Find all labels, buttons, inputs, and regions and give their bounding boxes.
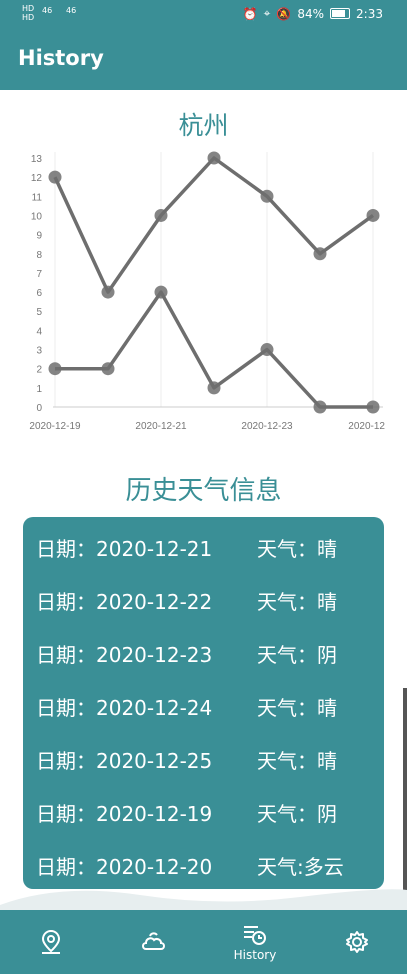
chart-y-tick-label: 4 xyxy=(36,326,42,337)
clock: 2:33 xyxy=(356,6,383,21)
chart-y-tick-label: 6 xyxy=(36,288,42,299)
chart-x-tick-label: 2020-12-19 xyxy=(29,421,81,432)
weather-cloud-icon xyxy=(142,932,165,950)
history-section-title: 历史天气信息 xyxy=(125,476,282,506)
location-pin-icon xyxy=(41,929,61,954)
history-weather: 天气：晴 xyxy=(257,696,337,720)
chart-data-point xyxy=(48,362,62,376)
nav-history-label: History xyxy=(233,947,277,962)
chart-y-tick-label: 13 xyxy=(31,154,43,165)
history-date: 日期：2020-12-22 xyxy=(36,590,213,614)
history-date: 日期：2020-12-23 xyxy=(36,643,213,667)
app-bar: History xyxy=(0,28,407,90)
history-date: 日期：2020-12-21 xyxy=(36,537,213,561)
history-weather: 天气：晴 xyxy=(257,749,337,773)
history-date: 日期：2020-12-24 xyxy=(36,696,213,720)
hd-label-bottom: HD xyxy=(22,13,35,22)
wave-decoration xyxy=(0,889,407,915)
chart-y-tick-label: 9 xyxy=(36,231,42,242)
history-icon xyxy=(244,925,266,945)
history-weather: 天气：晴 xyxy=(257,590,337,614)
chart-data-point xyxy=(366,208,380,222)
history-weather: 天气：阴 xyxy=(257,643,337,667)
chart-series-line xyxy=(53,156,375,294)
nav-location[interactable] xyxy=(0,910,102,974)
chart-y-tick-label: 2 xyxy=(36,365,42,376)
history-date: 日期：2020-12-25 xyxy=(36,749,213,773)
nav-weather[interactable] xyxy=(102,910,204,974)
settings-gear-icon xyxy=(346,931,368,953)
chart-y-tick-label: 8 xyxy=(36,250,42,261)
chart-x-tick-label: 2020-12 xyxy=(348,421,385,432)
hd-label-top: HD xyxy=(22,4,35,13)
chart-data-point xyxy=(154,285,168,299)
nav-history[interactable]: History xyxy=(204,910,306,974)
location-status-icon: ⌖ xyxy=(263,6,271,20)
signal-label-2: 46 xyxy=(66,6,77,15)
battery-icon xyxy=(330,8,351,19)
nav-settings[interactable] xyxy=(306,910,407,974)
history-list-card: 日期：2020-12-21 天气：晴 日期：2020-12-22 天气：晴 日期：202… xyxy=(23,517,384,889)
chart-y-tick-label: 0 xyxy=(36,403,42,414)
chart-data-point xyxy=(101,285,115,299)
chart-y-tick-label: 7 xyxy=(36,269,42,280)
chart-data-point xyxy=(313,400,327,414)
chart-y-tick-label: 10 xyxy=(31,211,43,222)
chart-data-point xyxy=(207,381,221,395)
chart-data-point xyxy=(207,151,221,165)
chart-y-tick-label: 12 xyxy=(31,173,43,184)
temperature-line-chart: 0123456789101112132020-12-19 2020-12-21 20… xyxy=(29,151,385,432)
chart-y-tick-label: 5 xyxy=(36,307,42,318)
chart-data-point xyxy=(313,247,327,261)
battery-percent: 84% xyxy=(297,6,325,21)
signal-label-1: 46 xyxy=(42,6,53,15)
chart-data-point xyxy=(366,400,380,414)
chart-y-tick-label: 11 xyxy=(32,192,43,203)
history-date: 日期：2020-12-19 xyxy=(36,802,213,826)
history-weather: 天气：阴 xyxy=(257,802,337,826)
chart-data-point xyxy=(260,343,274,357)
status-bar: HD HD 46 46 ⏰ ⌖ 🔕 84% 2:33 xyxy=(0,0,407,28)
chart-data-point xyxy=(101,362,115,376)
chart-x-tick-label: 2020-12-23 xyxy=(241,421,293,432)
chart-y-tick-label: 1 xyxy=(36,384,42,395)
chart-y-tick-label: 3 xyxy=(36,346,42,357)
chart-data-point xyxy=(48,170,62,184)
alarm-icon: ⏰ xyxy=(242,6,258,21)
hd-indicator: HD HD xyxy=(22,4,34,22)
chart-data-point xyxy=(154,208,168,222)
history-weather: 天气：晴 xyxy=(257,537,337,561)
page-title: History xyxy=(18,46,104,70)
chart-data-point xyxy=(260,189,274,203)
mute-icon: 🔕 xyxy=(276,6,292,21)
bottom-navigation: History xyxy=(0,910,407,974)
chart-x-tick-label: 2020-12-21 xyxy=(135,421,187,432)
city-title: 杭州 xyxy=(178,111,229,140)
